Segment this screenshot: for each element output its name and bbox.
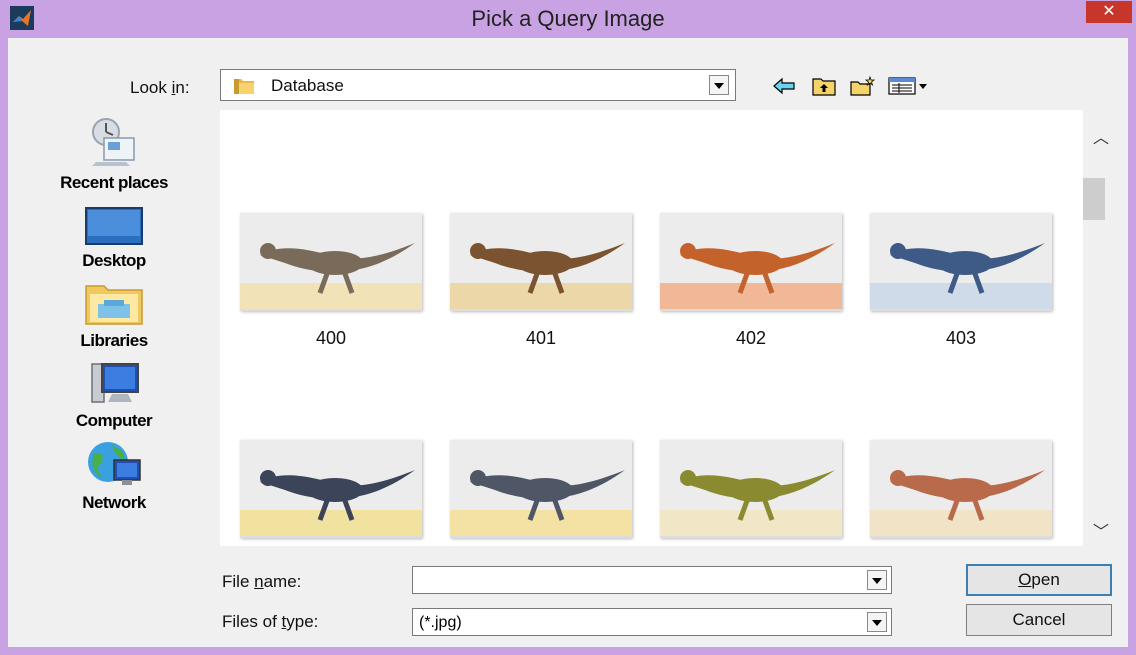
place-recent[interactable]: Recent places (8, 116, 220, 193)
dinosaur-thumbnail-image (660, 440, 842, 538)
file-thumbnail-item[interactable] (660, 440, 842, 577)
look-in-dropdown-button[interactable] (709, 75, 729, 95)
up-folder-icon[interactable] (812, 76, 836, 96)
file-name-caption: 402 (735, 328, 767, 348)
file-type-dropdown-button[interactable] (867, 612, 887, 632)
dinosaur-thumbnail-image (240, 440, 422, 538)
network-icon (88, 442, 141, 485)
file-type-label: Files of type: (222, 612, 319, 631)
view-menu-icon[interactable] (888, 76, 930, 96)
dinosaur-thumbnail-image (240, 213, 422, 311)
file-thumbnail-item[interactable]: 402 (660, 213, 842, 350)
close-button[interactable]: ✕ (1086, 1, 1132, 23)
dinosaur-thumbnail-image (660, 213, 842, 311)
file-name-caption: 400 (315, 328, 347, 348)
file-type-combobox[interactable]: (*.jpg) (412, 608, 892, 636)
scroll-down-icon[interactable]: ﹀ (1093, 518, 1109, 542)
dinosaur-thumbnail-image (870, 213, 1052, 311)
title-bar[interactable]: Pick a Query Image ✕ (0, 0, 1136, 38)
file-thumbnail-item[interactable]: 401 (450, 213, 632, 350)
file-list-view[interactable]: 400 401 402 403 (220, 110, 1112, 546)
look-in-label: Look in: (130, 78, 190, 97)
open-button[interactable]: Open (966, 564, 1112, 596)
back-icon[interactable] (772, 76, 796, 96)
dinosaur-thumbnail-image (450, 440, 632, 538)
file-type-value: (*.jpg) (419, 614, 462, 631)
file-name-caption: 401 (525, 328, 557, 348)
dinosaur-thumbnail-image (450, 213, 632, 311)
look-in-value: Database (271, 76, 344, 95)
file-thumbnail-item[interactable]: 403 (870, 213, 1052, 350)
place-network[interactable]: Network (8, 440, 220, 513)
place-desktop[interactable]: Desktop (8, 206, 220, 271)
file-dialog-window: Pick a Query Image ✕ Look in: Database R… (0, 0, 1136, 655)
places-bar: Recent places Desktop Libraries Computer… (8, 110, 220, 620)
window-title: Pick a Query Image (471, 6, 665, 31)
cancel-button[interactable]: Cancel (966, 604, 1112, 636)
place-computer[interactable]: Computer (8, 360, 220, 431)
file-name-caption: 403 (945, 328, 977, 348)
dialog-client-area: Look in: Database Recent places Desktop … (8, 38, 1128, 647)
computer-icon (91, 363, 139, 403)
scroll-up-icon[interactable]: ︿ (1093, 124, 1109, 148)
file-thumbnail-item[interactable]: 400 (240, 213, 422, 350)
file-thumbnail-item[interactable] (870, 440, 1052, 577)
file-name-combobox[interactable] (412, 566, 892, 594)
dinosaur-thumbnail-image (870, 440, 1052, 538)
recent-places-icon (92, 118, 135, 166)
place-libraries[interactable]: Libraries (8, 280, 220, 351)
file-thumbnail-item[interactable] (450, 440, 632, 577)
libraries-icon (85, 285, 143, 325)
look-in-combobox[interactable]: Database (220, 69, 736, 101)
file-name-dropdown-button[interactable] (867, 570, 887, 590)
desktop-icon (85, 207, 143, 245)
folder-icon (234, 79, 254, 94)
file-list-scrollbar[interactable]: ︿ ﹀ (1083, 110, 1117, 546)
file-name-label: File name: (222, 572, 302, 591)
scroll-thumb[interactable] (1083, 178, 1105, 220)
new-folder-icon[interactable] (850, 76, 876, 96)
file-thumbnail-item[interactable] (240, 440, 422, 577)
